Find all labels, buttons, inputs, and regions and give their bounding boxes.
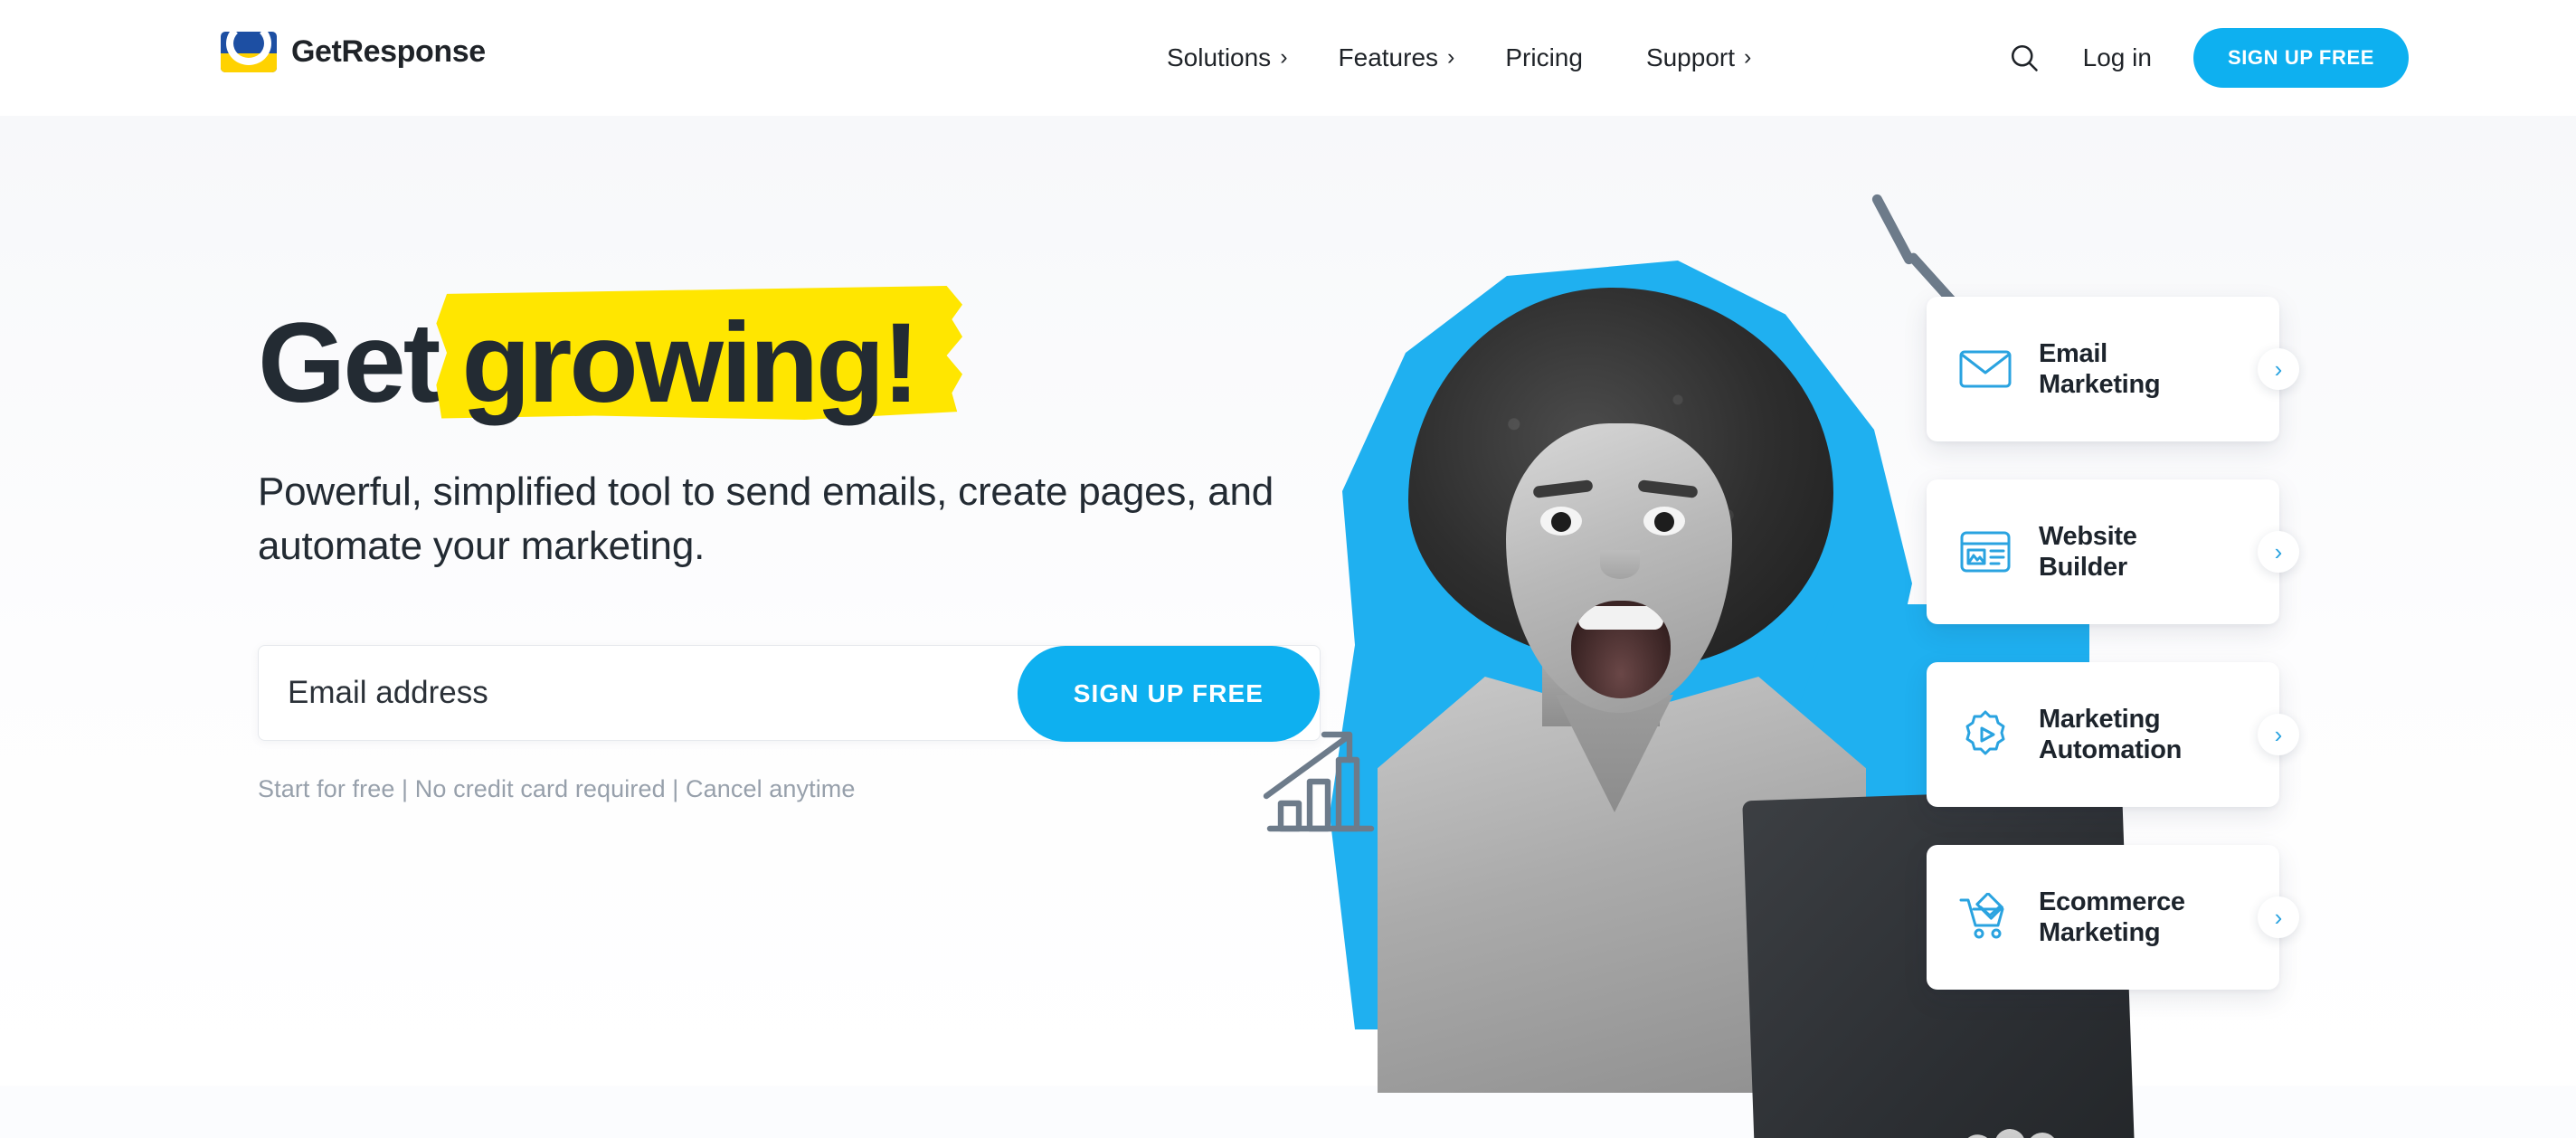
hero-photo-person [1361,288,2138,1138]
feature-card-label: Marketing Automation [2039,704,2183,764]
nav-item-label: Support [1645,43,1736,71]
nav-item-features[interactable]: Features › [1339,43,1455,72]
chevron-right-icon[interactable]: › [2258,896,2299,938]
feature-card-list: Email Marketing › Website Builder › Mark… [1927,116,2576,1138]
nav-item-solutions[interactable]: Solutions › [1167,43,1288,72]
headline-highlight-wrap: growing! [436,286,963,422]
hero-copy: Get growing! Powerful, simplified tool t… [258,286,1321,803]
site-header: GetResponse Solutions › Features › Prici… [0,0,2576,116]
chevron-right-icon: › [1280,43,1288,70]
login-link[interactable]: Log in [2083,43,2152,72]
person-face [1506,423,1732,713]
main-nav: Solutions › Features › Pricing Support › [1167,0,1751,116]
headline-highlight: growing! [461,300,920,426]
nav-item-label: Features [1338,43,1439,71]
person-eyebrow [1637,479,1699,498]
getresponse-logo-icon [221,32,277,72]
search-icon[interactable] [2003,37,2045,79]
person-nose [1600,550,1640,579]
header-actions: Log in SIGN UP FREE [2003,0,2409,116]
feature-card-website-builder[interactable]: Website Builder › [1927,479,2299,624]
person-eyebrow [1532,479,1594,498]
feature-card-email-marketing[interactable]: Email Marketing › [1927,297,2299,441]
feature-card-label: Website Builder [2039,521,2137,582]
feature-card-ecommerce-marketing[interactable]: Ecommerce Marketing › [1927,845,2299,990]
page-root: GetResponse Solutions › Features › Prici… [0,0,2576,1138]
nav-item-support[interactable]: Support › [1646,43,1751,72]
hero-signup-form: SIGN UP FREE [258,644,1321,742]
signup-fineprint: Start for free | No credit card required… [258,774,856,802]
page-title: Get growing! [258,286,1298,426]
person-teeth [1578,606,1663,630]
nav-item-label: Pricing [1505,43,1583,71]
hero-subheadline: Powerful, simplified tool to send emails… [258,469,1274,569]
hero-section: Get growing! Powerful, simplified tool t… [0,116,2576,1138]
chevron-right-icon: › [1447,43,1455,70]
headline-plain: Get [258,300,440,426]
feature-card-marketing-automation[interactable]: Marketing Automation › [1927,662,2299,807]
shopping-cart-icon [1957,889,2013,945]
person-mouth [1571,601,1671,698]
feature-card-label: Email Marketing [2039,338,2161,399]
gear-play-icon [1957,707,2013,763]
chevron-right-icon: › [1744,43,1752,70]
signup-free-button[interactable]: SIGN UP FREE [2192,28,2409,88]
browser-window-icon [1957,524,2013,580]
nav-item-label: Solutions [1167,43,1272,71]
envelope-icon [1957,341,2013,397]
chevron-right-icon[interactable]: › [2258,714,2299,755]
brand-logo[interactable]: GetResponse [221,32,486,72]
chevron-right-icon[interactable]: › [2258,531,2299,573]
nav-item-pricing[interactable]: Pricing [1505,43,1583,72]
chevron-right-icon[interactable]: › [2258,348,2299,390]
feature-card-label: Ecommerce Marketing [2039,887,2185,947]
person-eye [1643,507,1685,536]
brand-name: GetResponse [291,34,486,69]
person-eye [1540,507,1582,536]
